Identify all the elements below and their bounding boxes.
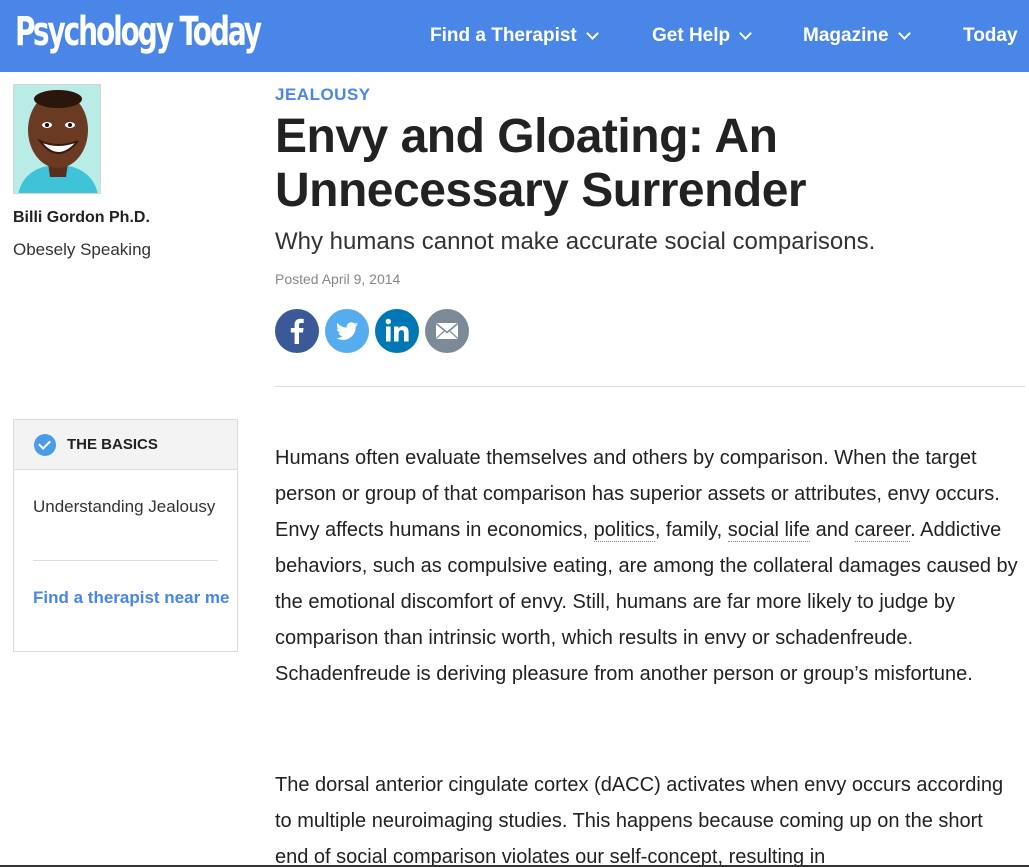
body-text-run: and (810, 519, 855, 541)
understanding-jealousy-link[interactable]: Understanding Jealousy (33, 497, 223, 517)
email-icon (435, 323, 459, 339)
linkedin-icon (385, 318, 409, 342)
nav-get-help-label: Get Help (652, 25, 731, 46)
basics-divider (33, 560, 218, 561)
nav-find-therapist-label: Find a Therapist (430, 25, 577, 46)
nav-magazine-label: Magazine (803, 25, 889, 46)
section-divider (275, 386, 1025, 387)
nav-today-label: Today (963, 25, 1018, 46)
share-facebook-button[interactable] (275, 309, 319, 353)
post-date: Posted April 9, 2014 (275, 271, 401, 287)
article-title: Envy and Gloating: An Unnecessary Surren… (275, 110, 807, 217)
nav-magazine[interactable]: Magazine (803, 0, 911, 72)
site-logo[interactable]: Psychology Today (15, 8, 262, 56)
career-link[interactable]: career (854, 519, 911, 542)
chevron-down-icon (897, 26, 911, 40)
top-nav-bar: Psychology Today Find a Therapist Get He… (0, 0, 1029, 72)
twitter-icon (336, 322, 358, 340)
check-circle-icon (34, 433, 56, 456)
share-linkedin-button[interactable] (375, 309, 419, 353)
basics-title: THE BASICS (67, 436, 158, 453)
nav-today[interactable]: Today (963, 0, 1018, 72)
body-paragraph: The dorsal anterior cingulate cortex (dA… (275, 774, 1004, 867)
share-twitter-button[interactable] (325, 309, 369, 353)
nav-get-help[interactable]: Get Help (652, 0, 752, 72)
social-life-link[interactable]: social life (727, 519, 811, 542)
share-email-button[interactable] (425, 309, 469, 353)
author-avatar[interactable] (13, 84, 101, 194)
politics-link[interactable]: politics (593, 519, 655, 542)
author-name[interactable]: Billi Gordon Ph.D. (13, 209, 150, 227)
chevron-down-icon (739, 26, 752, 40)
basics-box: THE BASICS Understanding Jealousy Find a… (13, 419, 238, 652)
body-paragraph: Humans often evaluate themselves and oth… (275, 440, 1020, 692)
article-topic-link[interactable]: JEALOUSY (275, 85, 371, 105)
article-subtitle: Why humans cannot make accurate social c… (275, 228, 876, 255)
blog-name[interactable]: Obesely Speaking (13, 240, 151, 260)
find-therapist-near-me-link[interactable]: Find a therapist near me (33, 588, 233, 608)
facebook-icon (290, 318, 304, 344)
nav-find-therapist[interactable]: Find a Therapist (430, 0, 599, 72)
basics-header: THE BASICS (14, 420, 237, 470)
body-text-run: , family, (654, 519, 728, 541)
chevron-down-icon (585, 26, 599, 40)
body-text-run: . Addictive behaviors, such as compulsiv… (275, 519, 1018, 685)
